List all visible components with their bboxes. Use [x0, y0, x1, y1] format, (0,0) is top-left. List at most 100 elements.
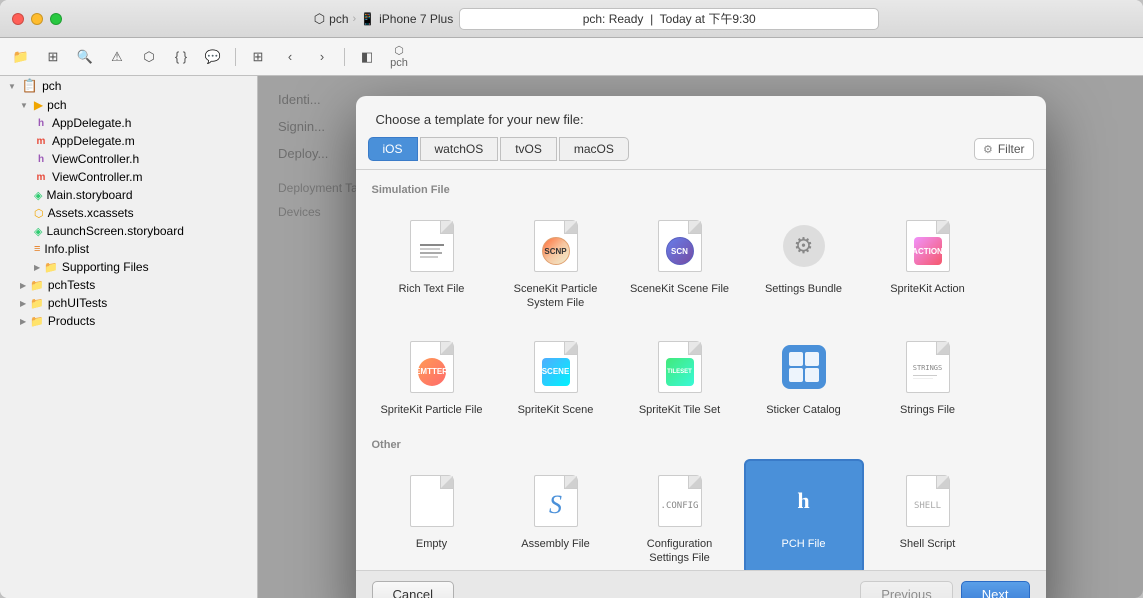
- sidebar-label-pchuitests: pchUITests: [48, 296, 107, 310]
- tab-watchos[interactable]: watchOS: [420, 137, 499, 161]
- template-rich-text[interactable]: Rich Text File: [372, 204, 492, 321]
- template-assembly-file[interactable]: S Assembly File: [496, 459, 616, 570]
- file-icon-m2: m: [34, 172, 48, 183]
- template-empty[interactable]: Empty: [372, 459, 492, 570]
- dialog-footer: Cancel Previous Next: [356, 570, 1046, 598]
- file-icon-storyboard2: ◈: [34, 225, 42, 238]
- spritekit-particle-icon-area: EMTTER: [402, 337, 462, 397]
- sidebar-item-launchscreen[interactable]: ◈ LaunchScreen.storyboard: [0, 222, 257, 240]
- spritekit-action-label: SpriteKit Action: [890, 282, 965, 296]
- file-icon-assets: ⬡: [34, 207, 44, 220]
- next-button[interactable]: Next: [961, 581, 1030, 598]
- empty-icon-area: [402, 471, 462, 531]
- code-button[interactable]: { }: [168, 46, 194, 68]
- grid-button[interactable]: ⊞: [245, 46, 271, 68]
- template-shell-script[interactable]: SHELL Shell Script: [868, 459, 988, 570]
- file-icon-plist: ≡: [34, 243, 40, 255]
- main-content: Identi... Signin... Deploy... Deployment…: [258, 76, 1143, 598]
- breadcrumb-btn[interactable]: ⬡ pch: [386, 46, 412, 68]
- sidebar-item-appdelegate-m[interactable]: m AppDelegate.m: [0, 132, 257, 150]
- template-sticker-catalog[interactable]: Sticker Catalog: [744, 325, 864, 427]
- template-spritekit-particle[interactable]: EMTTER SpriteKit Particle File: [372, 325, 492, 427]
- tabs-left: iOS watchOS tvOS macOS: [368, 137, 629, 161]
- config-file-icon-area: .CONFIG: [650, 471, 710, 531]
- back-button[interactable]: ‹: [277, 46, 303, 68]
- template-scenekit-scene[interactable]: SCN SceneKit Scene File: [620, 204, 740, 321]
- template-grid-container: Simulation File: [356, 170, 1046, 570]
- sidebar-item-pch-root[interactable]: ▼ 📋 pch: [0, 76, 257, 96]
- sidebar: ▼ 📋 pch ▼ ▶ pch h AppDelegate.h m AppDel…: [0, 76, 258, 598]
- folder-button[interactable]: 📁: [8, 46, 34, 68]
- sidebar-label-info-plist: Info.plist: [44, 242, 89, 256]
- bookmark-button[interactable]: ⬡: [136, 46, 162, 68]
- sticker-catalog-icon: [782, 345, 826, 389]
- sidebar-item-viewcontroller-m[interactable]: m ViewController.m: [0, 168, 257, 186]
- sidebar-item-appdelegate-h[interactable]: h AppDelegate.h: [0, 114, 257, 132]
- sidebar-label-pch-root: pch: [42, 79, 61, 93]
- project-icon: 📋: [22, 78, 38, 94]
- sidebar-item-products[interactable]: ▶ 📁 Products: [0, 312, 257, 330]
- sidebar-item-viewcontroller-h[interactable]: h ViewController.h: [0, 150, 257, 168]
- disclosure-pchuitests: ▶: [20, 299, 26, 308]
- warning-button[interactable]: ⚠: [104, 46, 130, 68]
- sidebar-label-main-storyboard: Main.storyboard: [46, 188, 132, 202]
- settings-bundle-icon-area: ⚙: [774, 216, 834, 276]
- tab-macos[interactable]: macOS: [559, 137, 629, 161]
- folder-icon-pch: ▶: [34, 98, 43, 112]
- sidebar-label-pch-group: pch: [47, 98, 66, 112]
- filter-area[interactable]: ⚙ Filter: [974, 138, 1034, 160]
- forward-button[interactable]: ›: [309, 46, 335, 68]
- previous-button[interactable]: Previous: [860, 581, 953, 598]
- close-button[interactable]: [12, 13, 24, 25]
- zoom-button[interactable]: [50, 13, 62, 25]
- settings-bundle-icon: ⚙: [783, 225, 825, 267]
- cancel-button[interactable]: Cancel: [372, 581, 454, 598]
- tab-ios[interactable]: iOS: [368, 137, 418, 161]
- template-spritekit-action[interactable]: ACTION SpriteKit Action: [868, 204, 988, 321]
- template-scenekit-particle[interactable]: SCNP SceneKit Particle System File: [496, 204, 616, 321]
- rich-text-icon-area: [402, 216, 462, 276]
- scenekit-scene-icon-area: SCN: [650, 216, 710, 276]
- strings-file-label: Strings File: [900, 403, 955, 417]
- sidebar-label-supporting-files: Supporting Files: [62, 260, 149, 274]
- sidebar-item-assets[interactable]: ⬡ Assets.xcassets: [0, 204, 257, 222]
- sidebar-item-pch-group[interactable]: ▼ ▶ pch: [0, 96, 257, 114]
- rich-text-file-icon: [410, 220, 454, 272]
- traffic-lights: [12, 13, 62, 25]
- sidebar-item-pchuitests[interactable]: ▶ 📁 pchUITests: [0, 294, 257, 312]
- sticker-catalog-label: Sticker Catalog: [766, 403, 841, 417]
- spritekit-action-file-icon: ACTION: [906, 220, 950, 272]
- template-settings-bundle[interactable]: ⚙ Settings Bundle: [744, 204, 864, 321]
- disclosure-supporting-files: ▶: [34, 263, 40, 272]
- template-pch-file[interactable]: h PCH File: [744, 459, 864, 570]
- sidebar-item-main-storyboard[interactable]: ◈ Main.storyboard: [0, 186, 257, 204]
- minimize-button[interactable]: [31, 13, 43, 25]
- section-label-other: Other: [372, 439, 1030, 451]
- sidebar-item-supporting-files[interactable]: ▶ 📁 Supporting Files: [0, 258, 257, 276]
- empty-file-icon: [410, 475, 454, 527]
- dialog-overlay: Choose a template for your new file: iOS…: [258, 76, 1143, 598]
- strings-file-icon: STRINGS: [906, 341, 950, 393]
- disclosure-pch-group: ▼: [20, 101, 28, 110]
- file-icon-m1: m: [34, 136, 48, 147]
- panel-left-button[interactable]: ◧: [354, 46, 380, 68]
- template-spritekit-tileset[interactable]: TILESET SpriteKit Tile Set: [620, 325, 740, 427]
- template-config-settings[interactable]: .CONFIG Configuration Settings File: [620, 459, 740, 570]
- spritekit-scene-icon: SCENE: [534, 341, 578, 393]
- template-spritekit-scene[interactable]: SCENE SpriteKit Scene: [496, 325, 616, 427]
- pch-file-icon-area: h: [774, 471, 834, 531]
- tab-tvos[interactable]: tvOS: [500, 137, 557, 161]
- sticker-catalog-icon-area: [774, 337, 834, 397]
- sidebar-label-assets: Assets.xcassets: [48, 206, 134, 220]
- template-strings-file[interactable]: STRINGS Strings File: [868, 325, 988, 427]
- simulation-grid: Rich Text File SCNP: [372, 204, 1030, 321]
- assembly-file-icon: S: [534, 475, 578, 527]
- main-area: ▼ 📋 pch ▼ ▶ pch h AppDelegate.h m AppDel…: [0, 76, 1143, 598]
- sidebar-item-pchtests[interactable]: ▶ 📁 pchTests: [0, 276, 257, 294]
- settings-bundle-label: Settings Bundle: [765, 282, 842, 296]
- sidebar-item-info-plist[interactable]: ≡ Info.plist: [0, 240, 257, 258]
- titlebar-center: ⬡ pch › 📱 iPhone 7 Plus: [62, 8, 1131, 30]
- add-button[interactable]: ⊞: [40, 46, 66, 68]
- chat-button[interactable]: 💬: [200, 46, 226, 68]
- search-button[interactable]: 🔍: [72, 46, 98, 68]
